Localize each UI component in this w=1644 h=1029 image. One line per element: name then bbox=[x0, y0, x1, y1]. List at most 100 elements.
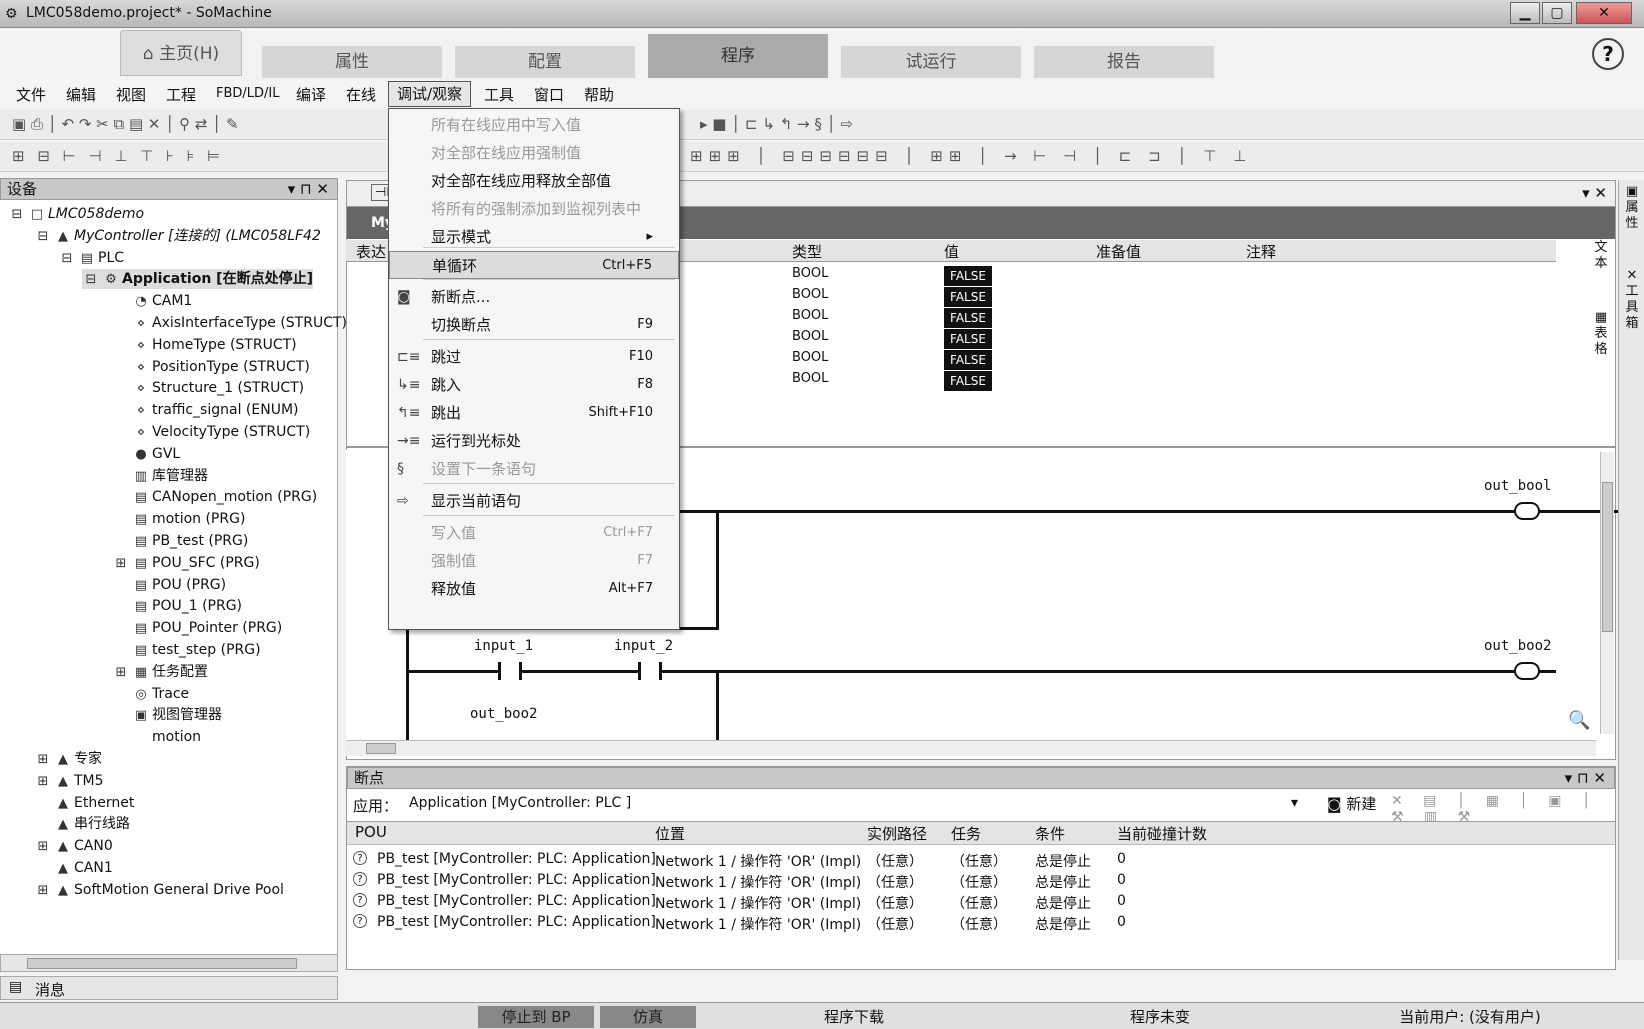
tree-item[interactable]: ● GVL bbox=[112, 444, 180, 464]
ladder-vscroll[interactable] bbox=[1600, 452, 1614, 734]
debug-menu-item[interactable]: 显示模式 ▸ bbox=[389, 223, 679, 251]
watch-row-value[interactable]: FALSE bbox=[944, 287, 992, 307]
tree-item[interactable]: ⊟ ▤ PLC bbox=[58, 248, 124, 268]
watch-row-value[interactable]: FALSE bbox=[944, 371, 992, 391]
expand-icon[interactable]: ⊞ bbox=[112, 663, 130, 683]
bp-cell-count[interactable]: 0 bbox=[1117, 893, 1126, 909]
tree-item[interactable]: ▥ 库管理器 bbox=[112, 466, 208, 486]
contact-input-1[interactable] bbox=[498, 662, 522, 680]
expand-icon[interactable]: ⊞ bbox=[34, 837, 52, 857]
debug-menu-item[interactable]: 写入值 Ctrl+F7 bbox=[389, 519, 679, 547]
side-table[interactable]: ▦ 表格 bbox=[1590, 310, 1612, 358]
watch-row-value[interactable]: FALSE bbox=[944, 266, 992, 286]
watch-row-value[interactable]: FALSE bbox=[944, 329, 992, 349]
debug-menu-item[interactable]: ⇨ 显示当前语句 bbox=[389, 487, 679, 515]
bp-cell-pou[interactable]: PB_test [MyController: PLC: Application] bbox=[377, 872, 656, 888]
tree-item[interactable]: ◎ Trace bbox=[112, 684, 189, 704]
menu-window[interactable]: 窗口 bbox=[530, 84, 568, 105]
expand-icon[interactable]: ⊟ bbox=[8, 205, 26, 225]
watch-row-value[interactable]: FALSE bbox=[944, 308, 992, 328]
save-icon[interactable]: ▣ ⎙ │ ↶ ↷ ✂ ⧉ ▤ ✕ │ ⚲ ⇄ │ ✎ bbox=[12, 115, 239, 133]
bp-cell-count[interactable]: 0 bbox=[1117, 851, 1126, 867]
debug-menu-item[interactable]: 切换断点 F9 bbox=[389, 311, 679, 339]
bp-cell-task[interactable]: （任意） bbox=[951, 851, 1007, 871]
tab-commissioning[interactable]: 试运行 bbox=[841, 46, 1021, 78]
expand-icon[interactable]: ⊞ bbox=[34, 881, 52, 901]
debug-menu-item[interactable]: 对全部在线应用强制值 bbox=[389, 139, 679, 167]
tree-item[interactable]: ⊟ ⚙ Application [在断点处停止] bbox=[82, 269, 313, 290]
menu-project[interactable]: 工程 bbox=[162, 84, 200, 105]
zoom-icon[interactable]: 🔍 bbox=[1568, 710, 1590, 731]
expand-icon[interactable]: ⊟ bbox=[58, 249, 76, 269]
tree-item[interactable]: ▤ POU_1 (PRG) bbox=[112, 596, 242, 616]
debug-toolbar-icons[interactable]: ▸ ■ │ ⊏ ↳ ↰ → § │ ⇨ bbox=[700, 115, 853, 133]
bp-panel-controls-icon[interactable]: ▾ ⊓ ✕ bbox=[1565, 768, 1606, 788]
bp-cell-cond[interactable]: 总是停止 bbox=[1035, 851, 1091, 871]
tree-item[interactable]: ◔ CAM1 bbox=[112, 291, 192, 311]
bp-cell-inst[interactable]: （任意） bbox=[867, 893, 923, 913]
expand-icon[interactable]: ⊞ bbox=[112, 554, 130, 574]
tree-item[interactable]: ▤ test_step (PRG) bbox=[112, 640, 261, 660]
expand-icon[interactable]: ⊞ bbox=[34, 750, 52, 770]
bp-cell-pou[interactable]: PB_test [MyController: PLC: Application] bbox=[377, 851, 656, 867]
bp-cell-task[interactable]: （任意） bbox=[951, 914, 1007, 934]
tree-item[interactable]: ⋄ Structure_1 (STRUCT) bbox=[112, 378, 304, 398]
tree-item[interactable]: ⊟ □ LMC058demo bbox=[8, 204, 145, 225]
debug-menu-item[interactable]: ↰≡ 跳出 Shift+F10 bbox=[389, 399, 679, 427]
tree-item[interactable]: ⊞ ▲ TM5 bbox=[34, 771, 104, 791]
menu-debug[interactable]: 调试/观察 bbox=[388, 81, 472, 107]
side-toolbox[interactable]: ✕ 工具箱 bbox=[1621, 268, 1643, 332]
menu-edit[interactable]: 编辑 bbox=[62, 84, 100, 105]
tree-item[interactable]: ⊞ ▤ POU_SFC (PRG) bbox=[112, 553, 260, 573]
ladder-toolbar-icons-2[interactable]: ⊞⊞⊞ │ ⊟⊟⊟⊟⊟⊟ │ ⊞⊞ │ → ⊢ ⊣ │ ⊏ ⊐ │ ⊤ ⊥ bbox=[690, 147, 1252, 165]
menu-view[interactable]: 视图 bbox=[112, 84, 150, 105]
tree-item[interactable]: ▤ PB_test (PRG) bbox=[112, 531, 248, 551]
contact-input-2[interactable] bbox=[638, 662, 662, 680]
tree-item[interactable]: ⊞ ▲ SoftMotion General Drive Pool bbox=[34, 880, 284, 900]
menu-tools[interactable]: 工具 bbox=[480, 84, 518, 105]
menu-build[interactable]: 编译 bbox=[292, 84, 330, 105]
menu-online[interactable]: 在线 bbox=[342, 84, 380, 105]
minimize-button[interactable]: ▁ bbox=[1510, 2, 1540, 24]
panel-controls-icon[interactable]: ▾ ⊓ ✕ bbox=[288, 179, 329, 199]
debug-menu-item[interactable]: ↳≡ 跳入 F8 bbox=[389, 371, 679, 399]
home-tab[interactable]: ⌂ 主页(H) bbox=[120, 30, 242, 76]
tree-item[interactable]: ▲ Ethernet bbox=[34, 793, 134, 813]
tree-item[interactable]: ⋄ PositionType (STRUCT) bbox=[112, 357, 310, 377]
tree-item[interactable]: ▣ 视图管理器 bbox=[112, 705, 222, 725]
tree-item[interactable]: ⋄ VelocityType (STRUCT) bbox=[112, 422, 310, 442]
bp-cell-pos[interactable]: Network 1 / 操作符 'OR' (Impl) bbox=[655, 893, 861, 913]
menu-file[interactable]: 文件 bbox=[12, 84, 50, 105]
bp-cell-count[interactable]: 0 bbox=[1117, 914, 1126, 930]
bp-cell-inst[interactable]: （任意） bbox=[867, 872, 923, 892]
bp-new-button[interactable]: ◙ 新建 bbox=[1327, 793, 1376, 814]
bp-cell-cond[interactable]: 总是停止 bbox=[1035, 893, 1091, 913]
tab-program[interactable]: 程序 bbox=[648, 34, 828, 78]
tree-item[interactable]: ⋄ AxisInterfaceType (STRUCT) bbox=[112, 313, 347, 333]
tree-item[interactable]: ⊞ ▦ 任务配置 bbox=[112, 662, 208, 682]
help-icon[interactable]: ? bbox=[1592, 38, 1624, 70]
tree-item[interactable]: ⊞ ▲ 专家 bbox=[34, 749, 102, 769]
expand-icon[interactable]: ⊞ bbox=[34, 772, 52, 792]
watch-row-value[interactable]: FALSE bbox=[944, 350, 992, 370]
app-select-arrow-icon[interactable]: ▾ bbox=[1291, 795, 1298, 811]
bp-cell-inst[interactable]: （任意） bbox=[867, 851, 923, 871]
tree-item[interactable]: ▤ POU (PRG) bbox=[112, 575, 226, 595]
bp-cell-pou[interactable]: PB_test [MyController: PLC: Application] bbox=[377, 893, 656, 909]
side-properties[interactable]: ▣ 属性 bbox=[1621, 184, 1643, 232]
tab-properties[interactable]: 属性 bbox=[262, 46, 442, 78]
debug-menu-item[interactable]: 释放值 Alt+F7 bbox=[389, 575, 679, 603]
bp-cell-count[interactable]: 0 bbox=[1117, 872, 1126, 888]
side-text[interactable]: 文本 bbox=[1590, 240, 1612, 272]
tree-item[interactable]: ⊟ ▲ MyController [连接的] (LMC058LF42 bbox=[34, 226, 321, 246]
bp-cell-task[interactable]: （任意） bbox=[951, 872, 1007, 892]
coil-out-bool[interactable] bbox=[1514, 502, 1540, 520]
tree-item[interactable]: ▤ motion (PRG) bbox=[112, 509, 246, 529]
menu-fbd[interactable]: FBD/LD/IL bbox=[212, 86, 284, 101]
tree-scrollbar[interactable] bbox=[0, 954, 338, 972]
bp-cell-cond[interactable]: 总是停止 bbox=[1035, 872, 1091, 892]
app-select[interactable]: Application [MyController: PLC ] bbox=[409, 795, 1289, 817]
debug-menu-item[interactable]: ⊏≡ 跳过 F10 bbox=[389, 343, 679, 371]
bp-cell-cond[interactable]: 总是停止 bbox=[1035, 914, 1091, 934]
bp-cell-inst[interactable]: （任意） bbox=[867, 914, 923, 934]
